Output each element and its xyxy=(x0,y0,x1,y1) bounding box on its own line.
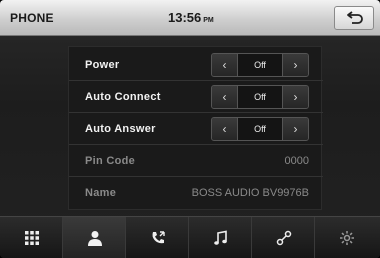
back-button[interactable] xyxy=(334,6,374,30)
toggle-value: Off xyxy=(238,54,282,76)
clock: 13:56 PM xyxy=(168,10,214,25)
chevron-left-icon[interactable]: ‹ xyxy=(212,86,238,108)
app-title: PHONE xyxy=(10,11,54,25)
contacts-button[interactable] xyxy=(63,217,126,258)
setting-label: Pin Code xyxy=(85,155,136,167)
apps-button[interactable] xyxy=(0,217,63,258)
music-icon xyxy=(214,230,227,245)
chevron-left-icon[interactable]: ‹ xyxy=(212,118,238,140)
contacts-icon xyxy=(88,231,102,246)
toggle-value: Off xyxy=(238,86,282,108)
clock-ampm: PM xyxy=(203,17,214,24)
setting-row-power: Power ‹ Off › xyxy=(69,49,323,81)
chevron-right-icon[interactable]: › xyxy=(282,54,308,76)
setting-row-auto-answer: Auto Answer ‹ Off › xyxy=(69,113,323,145)
pin-code-value: 0000 xyxy=(284,155,309,167)
setting-label: Auto Answer xyxy=(85,123,156,135)
auto-connect-toggle: ‹ Off › xyxy=(211,85,309,109)
back-arrow-icon xyxy=(347,11,363,24)
call-log-button[interactable] xyxy=(126,217,189,258)
setting-row-pin-code[interactable]: Pin Code 0000 xyxy=(69,145,323,177)
chevron-right-icon[interactable]: › xyxy=(282,86,308,108)
setting-label: Auto Connect xyxy=(85,91,161,103)
setting-label: Name xyxy=(85,187,117,199)
call-log-icon xyxy=(152,231,165,244)
power-toggle: ‹ Off › xyxy=(211,53,309,77)
chevron-right-icon[interactable]: › xyxy=(282,118,308,140)
auto-answer-toggle: ‹ Off › xyxy=(211,117,309,141)
setting-row-auto-connect: Auto Connect ‹ Off › xyxy=(69,81,323,113)
settings-gear-icon xyxy=(340,231,354,245)
settings-button[interactable] xyxy=(315,217,380,258)
phone-screen: PHONE 13:56 PM Power ‹ Off › Auto Connect… xyxy=(0,0,380,258)
bottom-dock xyxy=(0,216,380,258)
settings-panel: Power ‹ Off › Auto Connect ‹ Off › Auto … xyxy=(68,46,323,210)
apps-grid-icon xyxy=(25,231,39,245)
chevron-left-icon[interactable]: ‹ xyxy=(212,54,238,76)
music-button[interactable] xyxy=(189,217,252,258)
setting-label: Power xyxy=(85,59,120,71)
clock-time: 13:56 xyxy=(168,10,202,25)
toggle-value: Off xyxy=(238,118,282,140)
setting-row-name[interactable]: Name BOSS AUDIO BV9976B xyxy=(69,177,323,209)
header-bar: PHONE 13:56 PM xyxy=(0,0,380,36)
bluetooth-link-icon xyxy=(276,230,292,246)
pairing-button[interactable] xyxy=(252,217,315,258)
device-name-value: BOSS AUDIO BV9976B xyxy=(191,187,309,199)
